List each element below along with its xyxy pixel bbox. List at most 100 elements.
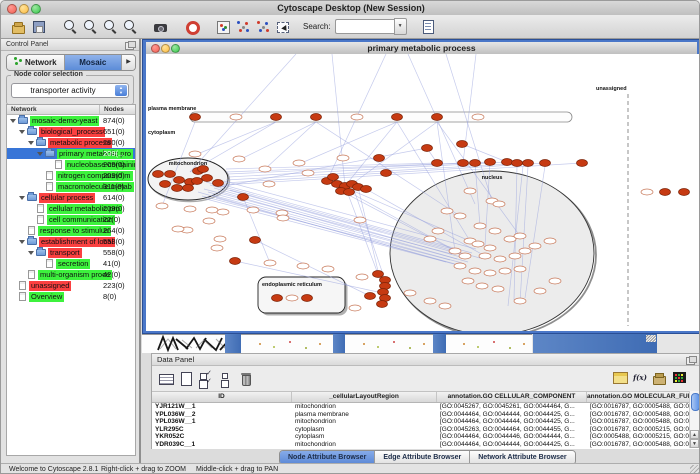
help-ring-icon[interactable]	[183, 18, 201, 35]
graph-node[interactable]	[454, 263, 466, 269]
graph-node[interactable]	[404, 290, 416, 296]
graph-node[interactable]	[514, 233, 526, 239]
graph-node[interactable]	[493, 201, 505, 207]
graph-node[interactable]	[472, 114, 484, 120]
expander-icon[interactable]	[37, 152, 43, 159]
view-close-button[interactable]	[151, 44, 160, 53]
open-folder-icon[interactable]	[10, 18, 28, 35]
graph-node[interactable]	[439, 303, 451, 309]
table-row[interactable]: YKR052Ccytoplasm[GO:0044464, GO:0044446,…	[152, 433, 700, 441]
graph-node-selected[interactable]	[374, 155, 385, 162]
graph-node[interactable]	[454, 213, 466, 219]
graph-node-selected[interactable]	[302, 295, 313, 302]
tree-row[interactable]: nucleobase-containing209(0)	[7, 159, 135, 170]
graph-node[interactable]	[472, 241, 484, 247]
graph-node[interactable]	[484, 270, 496, 276]
float-panel-icon[interactable]	[125, 42, 134, 50]
graph-node[interactable]	[172, 226, 184, 232]
graph-node[interactable]	[349, 305, 361, 311]
column-header[interactable]: annotation.GO MOLECULAR_FUNCTION	[587, 392, 692, 402]
table-row[interactable]: YDR039C__1mitochondrion[GO:0044464, GO:0…	[152, 441, 700, 449]
expander-icon[interactable]	[28, 141, 34, 148]
attr-browser-icon[interactable]	[419, 18, 437, 35]
graph-node[interactable]	[184, 206, 196, 212]
camera-icon[interactable]	[152, 18, 170, 35]
node-color-dropdown[interactable]: transporter activity ▲▼	[11, 83, 129, 98]
graph-node-selected[interactable]	[202, 175, 213, 182]
tree-row[interactable]: cell communication22(0)	[7, 214, 135, 225]
dp-check-icon[interactable]	[197, 370, 215, 387]
graph-node[interactable]	[351, 114, 363, 120]
graph-node[interactable]	[476, 283, 488, 289]
dropdown-stepper-icon[interactable]: ▲▼	[115, 85, 127, 96]
expander-icon[interactable]	[19, 130, 25, 137]
graph-node-selected[interactable]	[172, 185, 183, 192]
scroll-up-icon[interactable]: ▲	[690, 430, 699, 439]
zoom-fit-icon[interactable]: ▫	[121, 18, 139, 35]
tree-row[interactable]: multi-organism proce42(0)	[7, 269, 135, 280]
tree-row[interactable]: metabolic process280(0)	[7, 137, 135, 148]
table-row[interactable]: YPL036W__1mitochondrion[GO:0044464, GO:0…	[152, 418, 700, 426]
attribute-table-header[interactable]: ID_cellularLayoutRegionannotation.GO CEL…	[152, 392, 700, 403]
dp-trash-icon[interactable]	[237, 370, 255, 387]
graph-node-selected[interactable]	[250, 237, 261, 244]
graph-node-selected[interactable]	[373, 271, 384, 278]
tree-row[interactable]: mosaic-demo-yeast874(0)	[7, 115, 135, 126]
graph-node-selected[interactable]	[577, 160, 588, 167]
search-input[interactable]	[335, 19, 394, 34]
plasma-membrane-region[interactable]	[190, 112, 572, 122]
graph-node[interactable]	[534, 288, 546, 294]
tree-row[interactable]: biological_process651(0)	[7, 126, 135, 137]
graph-node[interactable]	[514, 298, 526, 304]
graph-node-selected[interactable]	[174, 177, 185, 184]
graph-node[interactable]	[449, 248, 461, 254]
expander-icon[interactable]	[19, 196, 25, 203]
tree-row[interactable]: Overview8(0)	[7, 291, 135, 302]
background-window-edge[interactable]	[345, 334, 433, 353]
graph-node-selected[interactable]	[344, 189, 355, 196]
graph-node-selected[interactable]	[458, 160, 469, 167]
graph-node-selected[interactable]	[153, 171, 164, 178]
tab-mosaic[interactable]: Mosaic	[65, 55, 123, 70]
resize-grip-icon[interactable]	[646, 335, 656, 342]
dp-record-icon[interactable]	[217, 370, 235, 387]
tree-row[interactable]: primary metabolic pro209(...	[7, 148, 135, 159]
graph-node-selected[interactable]	[432, 160, 443, 167]
graph-node[interactable]	[214, 236, 226, 242]
graph-node[interactable]	[424, 236, 436, 242]
graph-node[interactable]	[494, 256, 506, 262]
graph-node[interactable]	[492, 286, 504, 292]
tree-row[interactable]: unassigned223(0)	[7, 280, 135, 291]
graph-node-selected[interactable]	[660, 189, 671, 196]
select-region-icon[interactable]	[274, 18, 292, 35]
tree-row[interactable]: establishment of local558(0)	[7, 236, 135, 247]
graph-edge[interactable]	[265, 122, 316, 169]
graph-node-selected[interactable]	[192, 178, 203, 185]
expander-icon[interactable]	[19, 240, 25, 247]
dp-table-icon[interactable]	[611, 369, 629, 386]
scrollbar-thumb[interactable]	[691, 393, 700, 411]
graph-edge[interactable]	[345, 122, 397, 186]
graph-node-selected[interactable]	[311, 114, 322, 121]
background-window-edge[interactable]	[241, 334, 333, 353]
graph-node[interactable]	[230, 114, 242, 120]
table-row[interactable]: YPL036W__2plasma membrane[GO:0044464, GO…	[152, 411, 700, 419]
graph-node[interactable]	[519, 248, 531, 254]
column-header[interactable]: annotation.GO CELLULAR_COMPONENT	[437, 392, 587, 402]
graph-node-selected[interactable]	[183, 185, 194, 192]
graph-node[interactable]	[529, 243, 541, 249]
graph-node[interactable]	[302, 170, 314, 176]
tree-row[interactable]: transport558(0)	[7, 247, 135, 258]
graph-node[interactable]	[297, 263, 309, 269]
graph-edge[interactable]	[462, 144, 507, 162]
graph-node[interactable]	[264, 260, 276, 266]
network-canvas[interactable]: plasma membranecytoplasmmitochondrionnuc…	[146, 54, 699, 331]
graph-node[interactable]	[509, 253, 521, 259]
view-zoom-button[interactable]	[171, 44, 180, 53]
graph-node[interactable]	[277, 215, 289, 221]
graph-node-selected[interactable]	[432, 114, 443, 121]
graph-node[interactable]	[189, 151, 201, 157]
graph-node[interactable]	[432, 228, 444, 234]
graph-node[interactable]	[489, 228, 501, 234]
dp-fx-icon[interactable]: f(x)	[631, 369, 649, 386]
